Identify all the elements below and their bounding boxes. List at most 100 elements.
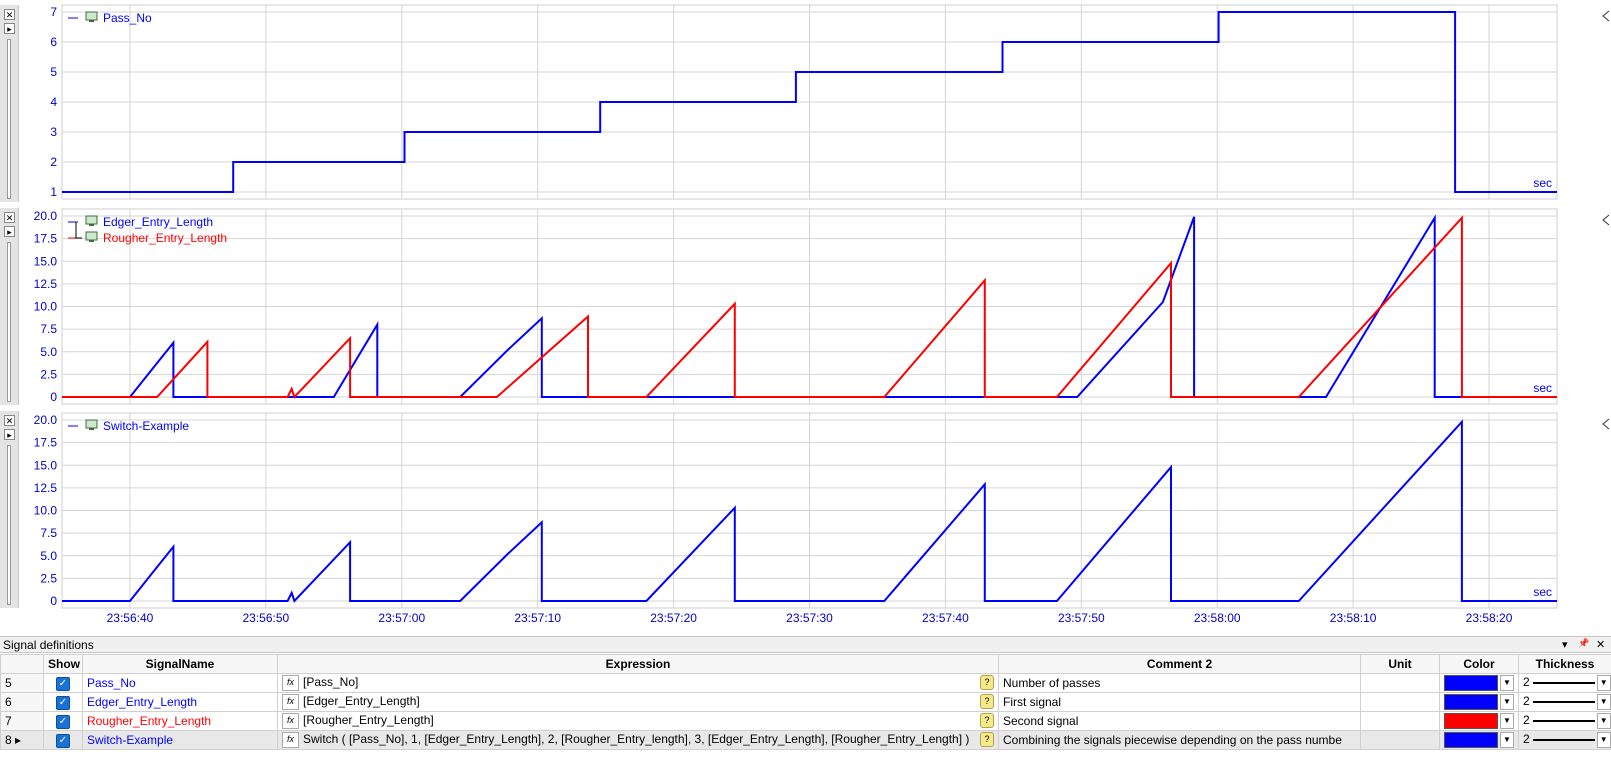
lightbulb-icon[interactable]: ? [980, 675, 994, 690]
expression-cell[interactable]: fx Switch ( [Pass_No], 1, [Edger_Entry_Le… [277, 730, 999, 750]
y-tick-label: 12.5 [34, 481, 58, 495]
chevron-down-icon[interactable]: ▼ [1596, 713, 1611, 729]
y-tick-label: 0 [50, 594, 57, 608]
thickness-line [1532, 738, 1595, 742]
thickness-cell[interactable]: 2 ▼ [1518, 730, 1611, 750]
fx-icon[interactable]: fx [282, 713, 299, 729]
color-cell[interactable]: ▼ [1439, 692, 1519, 712]
y-tick-label: 6 [50, 35, 57, 49]
col-rownum [0, 654, 44, 674]
row-number: 5 [0, 673, 44, 693]
color-cell[interactable]: ▼ [1439, 673, 1519, 693]
chevron-down-icon[interactable]: ▼ [1596, 694, 1611, 710]
col-show[interactable]: Show [43, 654, 83, 674]
color-cell[interactable]: ▼ [1439, 711, 1519, 731]
col-color[interactable]: Color [1439, 654, 1519, 674]
thickness-cell[interactable]: 2 ▼ [1518, 711, 1611, 731]
comment-cell[interactable]: First signal [998, 692, 1361, 712]
table-row[interactable]: 7 ✓ Rougher_Entry_Length fx [Rougher_Entry_L… [0, 711, 1611, 731]
row-number: 6 [0, 692, 44, 712]
show-checkbox[interactable]: ✓ [56, 734, 70, 748]
comment-cell[interactable]: Second signal [998, 711, 1361, 731]
panel-arrow-icon [1602, 214, 1610, 226]
monitor-icon [85, 215, 98, 225]
table-row[interactable]: 8 ▸ ✓ Switch-Example fx Switch ( [Pass_No], … [0, 730, 1611, 750]
chevron-down-icon[interactable]: ▼ [1596, 732, 1611, 748]
signal-name-cell[interactable]: Rougher_Entry_Length [82, 711, 278, 731]
signal-name-cell[interactable]: Edger_Entry_Length [82, 692, 278, 712]
show-checkbox[interactable]: ✓ [56, 715, 70, 729]
show-checkbox[interactable]: ✓ [56, 677, 70, 691]
chevron-down-icon[interactable]: ▼ [1500, 732, 1514, 748]
y-tick-label: 0 [50, 390, 57, 404]
lightbulb-icon[interactable]: ? [980, 694, 994, 709]
chevron-down-icon[interactable]: ▼ [1500, 713, 1514, 729]
color-swatch[interactable] [1444, 675, 1498, 691]
col-unit[interactable]: Unit [1360, 654, 1440, 674]
col-expression[interactable]: Expression [277, 654, 999, 674]
y-tick-label: 12.5 [34, 277, 58, 291]
thickness-cell[interactable]: 2 ▼ [1518, 692, 1611, 712]
unit-cell[interactable] [1360, 730, 1440, 750]
expression-cell[interactable]: fx [Edger_Entry_Length]? [277, 692, 999, 712]
expression-cell[interactable]: fx [Pass_No]? [277, 673, 999, 693]
comment-cell[interactable]: Number of passes [998, 673, 1361, 693]
unit-cell[interactable] [1360, 692, 1440, 712]
chart-area: 1 2 3 4 5 6 7 Pass_Nosec 0 2.5 5.0 7.5 10.0 12.5 15.0 1… [34, 4, 1610, 625]
color-swatch[interactable] [1444, 694, 1498, 710]
comment-cell[interactable]: Combining the signals piecewise dependin… [998, 730, 1361, 750]
y-tick-label: 17.5 [34, 232, 58, 246]
y-tick-label: 2.5 [40, 571, 57, 585]
fx-icon[interactable]: fx [282, 675, 299, 691]
lightbulb-icon[interactable]: ? [980, 713, 994, 728]
row-number-label: 7 [5, 714, 12, 728]
monitor-icon-stand [89, 20, 94, 22]
table-row[interactable]: 5 ✓ Pass_No fx [Pass_No]? Number of passes ▼ 2 ▼ [0, 673, 1611, 693]
signal-name: Switch-Example [87, 733, 174, 747]
color-cell[interactable]: ▼ [1439, 730, 1519, 750]
chevron-down-icon[interactable]: ▼ [1596, 675, 1611, 691]
y-tick-label: 3 [50, 125, 57, 139]
row-number-label: 5 [5, 676, 12, 690]
monitor-icon-stand [89, 224, 94, 226]
comment-text: First signal [1003, 695, 1062, 709]
x-tick-label: 23:56:40 [107, 611, 154, 625]
lightbulb-icon[interactable]: ? [980, 732, 994, 747]
unit-cell[interactable] [1360, 711, 1440, 731]
col-comment[interactable]: Comment 2 [998, 654, 1361, 674]
signal-name-cell[interactable]: Switch-Example [82, 730, 278, 750]
table-header: Show SignalName Expression Comment 2 Uni… [0, 654, 1611, 674]
fx-icon[interactable]: fx [282, 694, 299, 710]
unit-cell[interactable] [1360, 673, 1440, 693]
thickness-cell[interactable]: 2 ▼ [1518, 673, 1611, 693]
expression-text: Switch ( [Pass_No], 1, [Edger_Entry_Leng… [303, 732, 970, 747]
row-number-label: 8 ▸ [5, 733, 22, 747]
chevron-down-icon[interactable]: ▼ [1500, 675, 1514, 691]
color-swatch[interactable] [1444, 732, 1498, 748]
fx-icon[interactable]: fx [282, 732, 299, 748]
table-row[interactable]: 6 ✓ Edger_Entry_Length fx [Edger_Entry_Lengt… [0, 692, 1611, 712]
dropdown-icon[interactable]: ▾ [1562, 638, 1568, 651]
y-tick-label: 7 [50, 5, 57, 19]
chevron-down-icon[interactable]: ▼ [1500, 694, 1514, 710]
show-checkbox[interactable]: ✓ [56, 696, 70, 710]
signal-name-cell[interactable]: Pass_No [82, 673, 278, 693]
monitor-icon [85, 419, 98, 429]
pin-icon[interactable]: 📌 [1578, 638, 1589, 649]
y-tick-label: 15.0 [34, 458, 58, 472]
x-tick-label: 23:57:40 [922, 611, 969, 625]
color-swatch[interactable] [1444, 713, 1498, 729]
show-cell: ✓ [43, 711, 83, 731]
monitor-icon [85, 11, 98, 21]
row-number: 8 ▸ [0, 730, 44, 750]
legend-label: Rougher_Entry_Length [103, 231, 227, 245]
x-tick-label: 23:57:30 [786, 611, 833, 625]
y-tick-label: 15.0 [34, 254, 58, 268]
col-thickness[interactable]: Thickness [1518, 654, 1611, 674]
thickness-value: 2 [1523, 732, 1530, 747]
col-signalname[interactable]: SignalName [82, 654, 278, 674]
x-tick-label: 23:58:20 [1466, 611, 1513, 625]
close-icon[interactable]: ✕ [1596, 638, 1605, 651]
x-axis: 23:56:40 23:56:50 23:57:00 23:57:10 23:57:20… [107, 611, 1513, 625]
expression-cell[interactable]: fx [Rougher_Entry_Length]? [277, 711, 999, 731]
